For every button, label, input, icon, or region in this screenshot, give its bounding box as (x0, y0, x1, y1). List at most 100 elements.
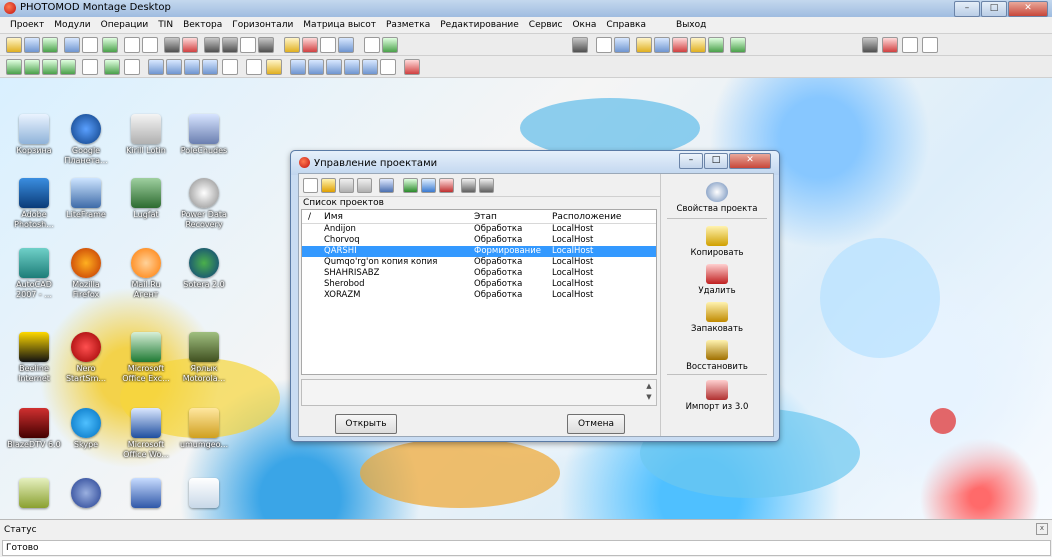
menu-service[interactable]: Сервис (524, 20, 568, 30)
menu-tin[interactable]: TIN (153, 20, 178, 30)
glasses-icon[interactable] (654, 37, 670, 53)
desktop-icon-flash[interactable] (58, 478, 114, 510)
pin-icon[interactable] (6, 59, 22, 75)
table-row[interactable]: Chorvoq Обработка LocalHost (302, 235, 656, 246)
desktop-icon-unnamed[interactable] (6, 478, 62, 510)
desktop-icon-polechudes[interactable]: PoleChudes (176, 114, 232, 156)
view1-icon[interactable] (862, 37, 878, 53)
frame2-icon[interactable] (222, 37, 238, 53)
square-icon[interactable] (124, 37, 140, 53)
build-icon[interactable] (672, 37, 688, 53)
scroll-down-icon[interactable]: ▼ (644, 392, 654, 402)
delete-button[interactable]: Удалить (661, 264, 773, 296)
desktop-icon-umumgeo[interactable]: umumgeo... (176, 408, 232, 450)
column-sort-indicator[interactable]: / (308, 212, 311, 222)
settings-icon[interactable] (24, 37, 40, 53)
arrow-icon[interactable] (922, 37, 938, 53)
column-name[interactable]: Имя (324, 212, 343, 222)
project-properties-button[interactable]: Свойства проекта (661, 182, 773, 214)
add-icon[interactable] (148, 59, 164, 75)
project-info-box[interactable]: ▲ ▼ (301, 379, 657, 406)
dialog-maximize-button[interactable]: □ (704, 153, 728, 169)
shape2-icon[interactable] (222, 59, 238, 75)
pin3-icon[interactable] (42, 59, 58, 75)
menu-help[interactable]: Справка (601, 20, 651, 30)
dialog-close-button[interactable]: ✕ (729, 153, 771, 169)
restore-button[interactable]: Восстановить (661, 340, 773, 372)
properties-icon[interactable] (379, 178, 394, 193)
menu-dem[interactable]: Матрица высот (298, 20, 381, 30)
menu-modules[interactable]: Модули (49, 20, 95, 30)
menu-editing[interactable]: Редактирование (435, 20, 524, 30)
table-icon[interactable] (364, 37, 380, 53)
camera-icon[interactable] (572, 37, 588, 53)
measure-icon[interactable] (320, 37, 336, 53)
insert-icon[interactable] (82, 59, 98, 75)
frame3-icon[interactable] (240, 37, 256, 53)
refresh-icon[interactable] (102, 37, 118, 53)
list-icon[interactable] (290, 59, 306, 75)
list4-icon[interactable] (344, 59, 360, 75)
mosaic-icon[interactable] (730, 37, 746, 53)
table-row-selected[interactable]: QARSHI Формирование LocalHost (302, 246, 656, 257)
view2-icon[interactable] (882, 37, 898, 53)
folder-up-icon[interactable] (357, 178, 372, 193)
new-project-icon[interactable] (303, 178, 318, 193)
dtm-icon[interactable] (636, 37, 652, 53)
desktop-icon-photoshop[interactable]: Adobe Photosh... (6, 178, 62, 230)
vector-icon[interactable] (708, 37, 724, 53)
pin2-icon[interactable] (24, 59, 40, 75)
desktop-icon-computer[interactable] (118, 478, 174, 510)
frame4-icon[interactable] (258, 37, 274, 53)
desktop-icon-google-earth[interactable]: Google Планета... (58, 114, 114, 166)
project-list[interactable]: / Имя Этап Расположение Andijon Обработк… (301, 209, 657, 375)
desktop-icon-firefox[interactable]: Mozilla Firefox (58, 248, 114, 300)
shape-icon[interactable] (142, 37, 158, 53)
stereo-icon[interactable] (596, 37, 612, 53)
folder-icon[interactable] (339, 178, 354, 193)
minimize-button[interactable]: – (954, 1, 980, 17)
table-row[interactable]: XORAZM Обработка LocalHost (302, 290, 656, 301)
desktop-icon-power-data-recovery[interactable]: Power Data Recovery (176, 178, 232, 230)
list2-icon[interactable] (308, 59, 324, 75)
desktop-icon-skype[interactable]: Skype (58, 408, 114, 450)
points2-icon[interactable] (124, 59, 140, 75)
grid-icon[interactable] (382, 37, 398, 53)
desktop-icon-motorola[interactable]: Ярлык Motorola... (176, 332, 232, 384)
settings-icon[interactable] (461, 178, 476, 193)
brush-icon[interactable] (302, 37, 318, 53)
desktop-icon-sotera[interactable]: Sotera 2.0 (176, 248, 232, 290)
menu-exit[interactable]: Выход (671, 20, 711, 30)
desktop-icon-kirill-lotin[interactable]: Kirill Lotin (118, 114, 174, 156)
move-icon[interactable] (184, 59, 200, 75)
table-row[interactable]: Andijon Обработка LocalHost (302, 224, 656, 235)
column-stage[interactable]: Этап (474, 212, 497, 222)
view3-icon[interactable] (902, 37, 918, 53)
menu-vectors[interactable]: Вектора (178, 20, 227, 30)
menu-markup[interactable]: Разметка (381, 20, 435, 30)
archive-icon[interactable] (439, 178, 454, 193)
print-icon[interactable] (338, 37, 354, 53)
add-folder-icon[interactable] (321, 178, 336, 193)
maximize-button[interactable]: □ (981, 1, 1007, 17)
scroll-up-icon[interactable]: ▲ (644, 381, 654, 391)
pin4-icon[interactable] (60, 59, 76, 75)
desktop-icon-mail-agent[interactable]: Mail.Ru Агент (118, 248, 174, 300)
search-icon[interactable] (421, 178, 436, 193)
frame-icon[interactable] (204, 37, 220, 53)
close-button[interactable]: ✕ (1008, 1, 1048, 17)
desktop-icon-calendar[interactable] (176, 478, 232, 510)
table-row[interactable]: Sherobod Обработка LocalHost (302, 279, 656, 290)
table-row[interactable]: Qumqo'rg'on копия копия Обработка LocalH… (302, 257, 656, 268)
pack-button[interactable]: Запаковать (661, 302, 773, 334)
cross-icon[interactable] (182, 37, 198, 53)
draw-icon[interactable] (284, 37, 300, 53)
chart-icon[interactable] (404, 59, 420, 75)
desktop-icon-beeline[interactable]: Beeline Internet (6, 332, 62, 384)
tools-icon[interactable] (614, 37, 630, 53)
remove-icon[interactable] (166, 59, 182, 75)
column-location[interactable]: Расположение (552, 212, 621, 222)
desktop-icon-autocad[interactable]: AutoCAD 2007 - ... (6, 248, 62, 300)
menu-contours[interactable]: Горизонтали (227, 20, 298, 30)
desktop-icon-excel[interactable]: Microsoft Office Exc... (118, 332, 174, 384)
